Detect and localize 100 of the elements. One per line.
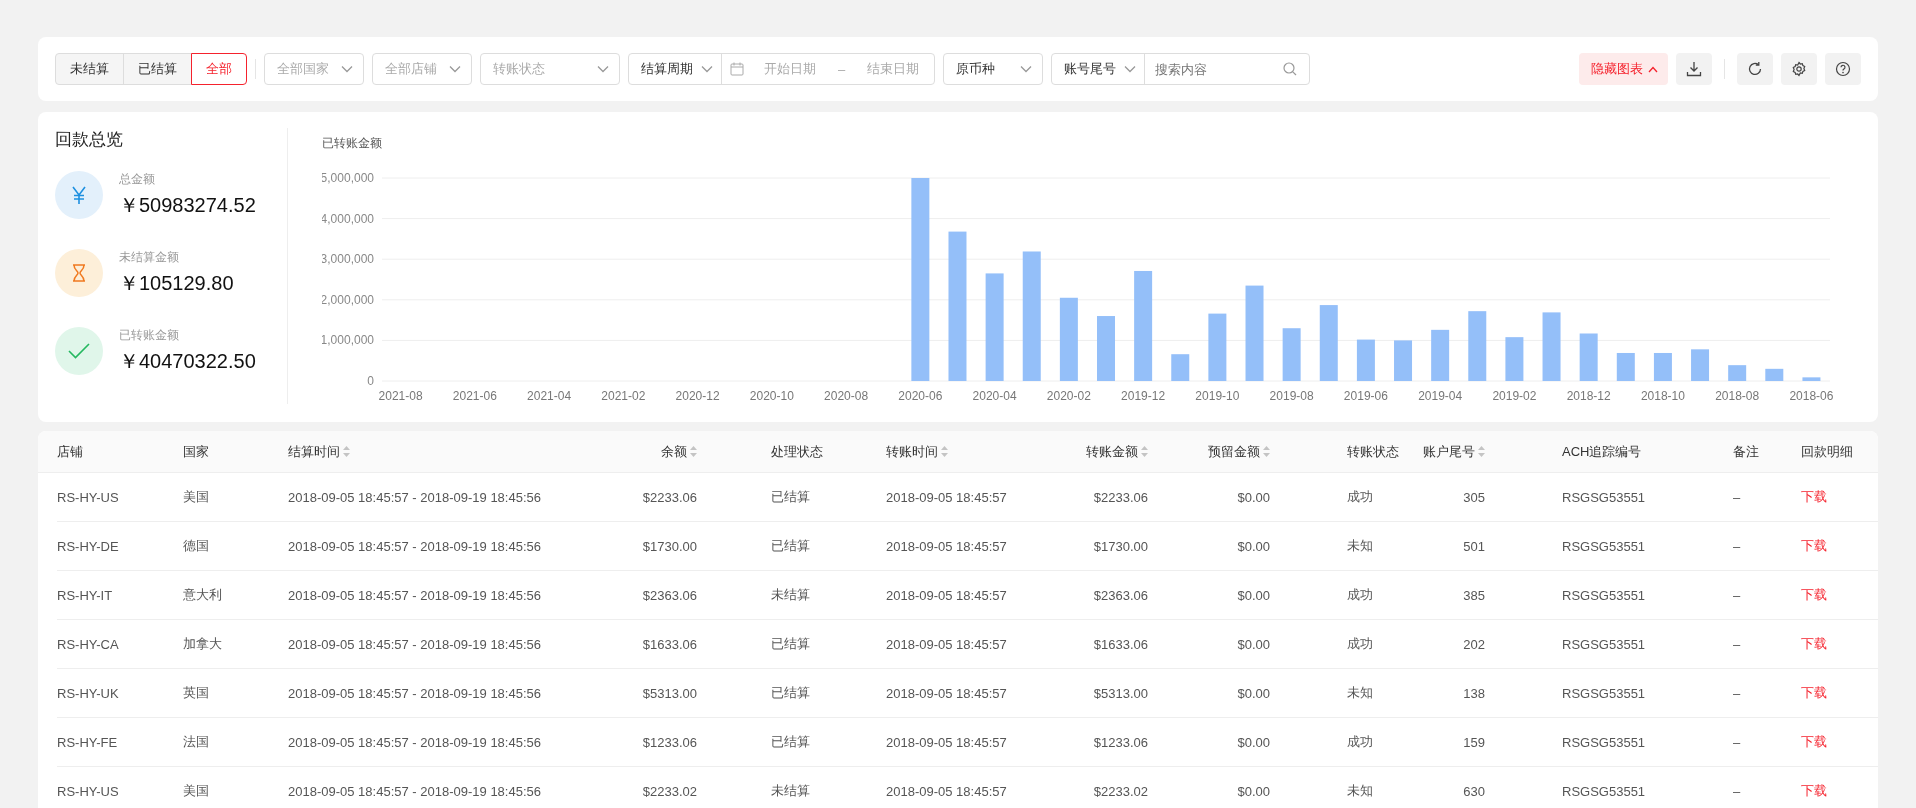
column-header: 店铺: [57, 442, 83, 461]
field-select[interactable]: 账号尾号: [1052, 54, 1145, 84]
table-cell: RSGSG53551: [1562, 587, 1646, 603]
sort-icon[interactable]: [941, 446, 948, 457]
table-cell: 2018-09-05 18:45:57 - 2018-09-19 18:45:56: [288, 636, 541, 652]
tick-label: 2020-06: [898, 389, 943, 403]
table-cell: 未结算: [771, 587, 810, 602]
table-cell: 未结算: [771, 783, 810, 798]
table-cell: 美国: [183, 783, 209, 798]
filter-tab[interactable]: 未结算: [55, 53, 124, 85]
sort-icon[interactable]: [343, 446, 350, 457]
settings-button[interactable]: [1781, 53, 1817, 85]
column-header: 账户尾号: [1423, 442, 1475, 461]
tick-label: 2021-06: [452, 389, 497, 403]
select-field[interactable]: 原币种: [943, 53, 1043, 85]
table-cell: $1730.00: [642, 538, 697, 554]
table-cell: 2018-09-05 18:45:57: [886, 685, 1007, 701]
download-link[interactable]: 下载: [1801, 734, 1827, 749]
download-button[interactable]: [1676, 53, 1712, 85]
period-select[interactable]: 结算周期: [629, 54, 722, 84]
tick-label: 2019-02: [1492, 389, 1537, 403]
table-cell: 2018-09-05 18:45:57: [886, 538, 1007, 554]
table-cell: 已结算: [771, 489, 810, 504]
tick-label: 2021-08: [378, 389, 423, 403]
table-cell: $2233.02: [642, 783, 697, 799]
table-cell: RSGSG53551: [1562, 489, 1646, 505]
sort-icon[interactable]: [690, 446, 697, 457]
tick-label: 2020-10: [749, 389, 794, 403]
table-cell: 法国: [183, 734, 209, 749]
chevron-down-icon: [341, 65, 353, 73]
select-field[interactable]: 全部店铺: [372, 53, 472, 85]
help-button[interactable]: [1825, 53, 1861, 85]
table-cell: $1730.00: [1093, 538, 1148, 554]
tick-label: 2018-10: [1640, 389, 1685, 403]
sort-icon[interactable]: [1263, 446, 1270, 457]
download-link[interactable]: 下载: [1801, 538, 1827, 553]
table-cell: 2018-09-05 18:45:57 - 2018-09-19 18:45:56: [288, 734, 541, 750]
table-cell: $0.00: [1237, 783, 1270, 799]
select-field[interactable]: 转账状态: [480, 53, 620, 85]
download-icon: [1686, 61, 1702, 77]
table-cell: RSGSG53551: [1562, 783, 1646, 799]
chevron-down-icon: [701, 65, 713, 73]
tick-label: 2020-04: [972, 389, 1017, 403]
filter-tab[interactable]: 已结算: [123, 53, 192, 85]
bar: [1542, 312, 1561, 381]
download-link[interactable]: 下载: [1801, 636, 1827, 651]
filter-tab[interactable]: 全部: [191, 53, 247, 85]
sort-icon[interactable]: [1478, 446, 1485, 457]
tick-label: 2019-10: [1195, 389, 1240, 403]
chart-title: 已转账金额: [322, 135, 383, 152]
table-cell: 已结算: [771, 685, 810, 700]
table-cell: 未知: [1347, 783, 1373, 798]
table-cell: 2018-09-05 18:45:57 - 2018-09-19 18:45:56: [288, 538, 541, 554]
table-cell: 2018-09-05 18:45:57: [886, 734, 1007, 750]
stat-label: 未结算金额: [119, 249, 180, 266]
table-cell: 2018-09-05 18:45:57: [886, 636, 1007, 652]
table-cell: $0.00: [1237, 685, 1270, 701]
table-cell: $0.00: [1237, 538, 1270, 554]
select-field[interactable]: 全部国家: [264, 53, 364, 85]
start-date-field[interactable]: 开始日期: [764, 60, 816, 78]
chevron-down-icon: [597, 65, 609, 73]
table-cell: RS-HY-FE: [57, 734, 118, 750]
bar: [1802, 377, 1821, 381]
refresh-icon: [1747, 61, 1763, 77]
refresh-button[interactable]: [1737, 53, 1773, 85]
download-link[interactable]: 下载: [1801, 489, 1827, 504]
section-title: 回款总览: [55, 129, 124, 151]
sort-icon[interactable]: [1141, 446, 1148, 457]
table-cell: $0.00: [1237, 587, 1270, 603]
tick-label: 1,000,000: [322, 333, 374, 348]
table-cell: $1233.06: [1093, 734, 1148, 750]
column-header: 国家: [183, 442, 209, 461]
hide-chart-button[interactable]: 隐藏图表: [1579, 53, 1668, 85]
bar: [1765, 368, 1784, 381]
table-cell: RSGSG53551: [1562, 538, 1646, 554]
download-link[interactable]: 下载: [1801, 685, 1827, 700]
tick-label: 0: [367, 374, 374, 388]
table-cell: 2018-09-05 18:45:57 - 2018-09-19 18:45:56: [288, 587, 541, 603]
tick-label: 2020-08: [824, 389, 869, 403]
download-link[interactable]: 下载: [1801, 587, 1827, 602]
chevron-down-icon: [1020, 65, 1032, 73]
bar: [1097, 316, 1115, 381]
table-cell: –: [1733, 734, 1741, 750]
table-cell: 未知: [1347, 685, 1373, 700]
table-cell: 2018-09-05 18:45:57: [886, 587, 1007, 603]
stat-value: ￥40470322.50: [119, 349, 256, 374]
table-cell: RS-HY-UK: [57, 685, 119, 701]
bar: [1691, 349, 1710, 381]
chevron-up-icon: [1648, 65, 1658, 73]
search-icon[interactable]: [1283, 62, 1297, 76]
search-field[interactable]: 搜索内容: [1145, 61, 1283, 77]
table-cell: 加拿大: [183, 636, 222, 651]
tick-label: 2019-12: [1121, 389, 1166, 403]
end-date-field[interactable]: 结束日期: [867, 60, 920, 78]
table-cell: –: [1733, 489, 1741, 505]
tick-label: 2018-08: [1715, 389, 1760, 403]
column-header: 结算时间: [288, 442, 340, 461]
table-cell: $0.00: [1237, 489, 1270, 505]
settings-icon: [1791, 61, 1807, 77]
download-link[interactable]: 下载: [1801, 783, 1827, 798]
